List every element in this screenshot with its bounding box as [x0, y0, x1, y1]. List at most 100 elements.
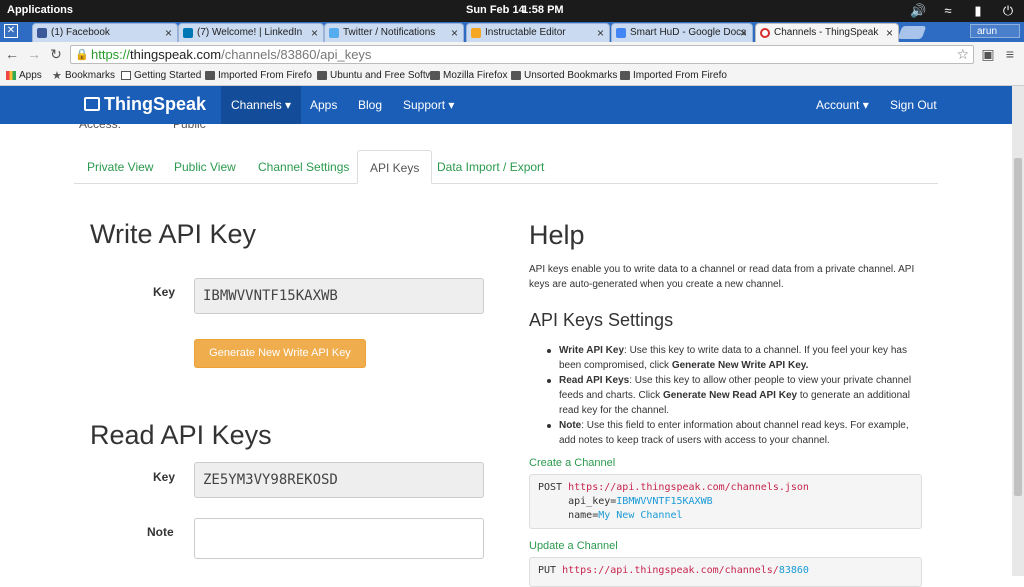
- thingspeak-logo[interactable]: ThingSpeak: [84, 94, 206, 115]
- site-header: ThingSpeak Channels ▾ Apps Blog Support …: [0, 86, 1012, 124]
- folder-icon: [620, 71, 630, 80]
- tab-public-view[interactable]: Public View: [162, 150, 248, 184]
- update-channel-code: PUT https://api.thingspeak.com/channels/…: [529, 557, 922, 587]
- settings-bullet-2: Note: Use this field to enter informatio…: [545, 418, 917, 448]
- bookmark-folder-mozilla[interactable]: Mozilla Firefox: [430, 69, 507, 83]
- bookmarks-bar: Apps ★ Bookmarks Getting Started Imported…: [0, 66, 1024, 86]
- settings-bullet-0: Write API Key: Use this key to write dat…: [545, 343, 917, 373]
- browser-toolbar: ← → ↻ 🔒 https://thingspeak.com/channels/…: [0, 42, 1024, 66]
- power-icon[interactable]: ⏻: [1000, 3, 1016, 19]
- nav-apps[interactable]: Apps: [300, 86, 347, 124]
- speech-bubble-icon: [84, 97, 100, 111]
- settings-bullet-list: Write API Key: Use this key to write dat…: [545, 343, 917, 448]
- profile-button[interactable]: arun: [970, 24, 1020, 38]
- bookmark-getting-started[interactable]: Getting Started: [121, 69, 201, 83]
- bookmark-bookmarks[interactable]: ★ Bookmarks: [52, 69, 115, 83]
- help-title: Help: [529, 220, 585, 250]
- url-host: thingspeak.com: [130, 47, 222, 62]
- tab-private-view[interactable]: Private View: [75, 150, 165, 184]
- bookmark-folder-imported[interactable]: Imported From Firefo: [205, 69, 312, 83]
- apps-grid-icon: [6, 71, 16, 80]
- extension-icon[interactable]: ▣: [980, 46, 996, 62]
- os-top-bar: Applications Sun Feb 14 1:58 PM 🔊 ≈ ▮ ⏻: [0, 0, 1024, 22]
- page-scrollbar[interactable]: [1012, 86, 1024, 576]
- tab-data-import-export[interactable]: Data Import / Export: [425, 150, 556, 184]
- bookmark-star-icon[interactable]: ☆: [956, 46, 969, 63]
- volume-icon[interactable]: 🔊: [910, 3, 926, 19]
- new-tab-button[interactable]: [897, 26, 927, 39]
- folder-icon: [430, 71, 440, 80]
- folder-icon: [511, 71, 521, 80]
- twitter-icon: [329, 28, 339, 38]
- battery-icon[interactable]: ▮: [970, 3, 986, 19]
- url-path: /channels/83860/api_keys: [221, 47, 372, 62]
- clock-time[interactable]: 1:58 PM: [522, 4, 564, 16]
- bookmark-apps[interactable]: Apps: [6, 69, 42, 83]
- tab-twitter[interactable]: Twitter / Notifications ×: [324, 23, 464, 42]
- api-keys-settings-title: API Keys Settings: [529, 310, 674, 330]
- lock-icon: 🔒: [75, 49, 89, 61]
- close-icon[interactable]: ×: [886, 24, 893, 42]
- create-channel-code: POST https://api.thingspeak.com/channels…: [529, 474, 922, 529]
- page-icon: [121, 71, 131, 80]
- forward-arrow-icon[interactable]: →: [26, 46, 42, 62]
- write-api-key-title: Write API Key: [90, 219, 257, 249]
- note-label: Note: [147, 525, 174, 539]
- bookmark-folder-ubuntu[interactable]: Ubuntu and Free Softw: [317, 69, 433, 83]
- close-icon[interactable]: ×: [311, 24, 318, 42]
- close-window-icon[interactable]: ✕: [4, 24, 18, 38]
- generate-write-key-button[interactable]: Generate New Write API Key: [194, 339, 366, 368]
- clock-date[interactable]: Sun Feb 14: [466, 4, 525, 16]
- create-channel-title: Create a Channel: [529, 457, 616, 469]
- tab-api-keys[interactable]: API Keys: [357, 150, 433, 184]
- close-icon[interactable]: ×: [451, 24, 458, 42]
- tab-title: Channels - ThingSpeak: [774, 27, 879, 38]
- close-icon[interactable]: ×: [597, 24, 604, 42]
- reload-icon[interactable]: ↻: [48, 46, 64, 62]
- bookmark-folder-imported-2[interactable]: Imported From Firefo: [620, 69, 727, 83]
- channel-tabs: Private View Public View Channel Setting…: [74, 150, 938, 184]
- google-docs-icon: [616, 28, 626, 38]
- facebook-icon: [37, 28, 47, 38]
- applications-menu[interactable]: Applications: [7, 4, 73, 16]
- folder-icon: [317, 71, 327, 80]
- tab-linkedin[interactable]: (7) Welcome! | LinkedIn ×: [178, 23, 324, 42]
- nav-sign-out[interactable]: Sign Out: [880, 86, 947, 124]
- tab-channel-settings[interactable]: Channel Settings: [246, 150, 361, 184]
- nav-support[interactable]: Support ▾: [393, 86, 464, 124]
- close-icon[interactable]: ×: [165, 24, 172, 42]
- read-api-keys-title: Read API Keys: [90, 420, 272, 450]
- tab-title: Smart HuD - Google Docs: [630, 27, 747, 38]
- read-key-label: Key: [153, 470, 176, 484]
- update-channel-title: Update a Channel: [529, 540, 618, 552]
- tab-facebook[interactable]: (1) Facebook ×: [32, 23, 178, 42]
- tab-instructables[interactable]: Instructable Editor ×: [466, 23, 610, 42]
- menu-icon[interactable]: ≡: [1002, 46, 1018, 62]
- linkedin-icon: [183, 28, 193, 38]
- tab-title: Instructable Editor: [485, 27, 566, 38]
- wifi-icon[interactable]: ≈: [940, 3, 956, 19]
- thingspeak-icon: [760, 28, 770, 38]
- tab-title: (7) Welcome! | LinkedIn: [197, 27, 303, 38]
- help-intro-line-2: keys are auto-generated when you create …: [529, 279, 784, 290]
- nav-blog[interactable]: Blog: [348, 86, 392, 124]
- address-bar[interactable]: 🔒 https://thingspeak.com/channels/83860/…: [70, 45, 974, 64]
- bookmark-folder-unsorted[interactable]: Unsorted Bookmarks: [511, 69, 617, 83]
- tab-title: Twitter / Notifications: [343, 27, 436, 38]
- tab-thingspeak[interactable]: Channels - ThingSpeak ×: [755, 23, 899, 42]
- read-api-key-field[interactable]: ZE5YM3VY98REKOSD: [194, 462, 484, 498]
- nav-channels[interactable]: Channels ▾: [221, 86, 302, 124]
- folder-icon: [205, 71, 215, 80]
- scrollbar-thumb[interactable]: [1014, 158, 1022, 496]
- write-key-label: Key: [153, 285, 176, 299]
- note-textarea[interactable]: [194, 518, 484, 559]
- tab-google-docs[interactable]: Smart HuD - Google Docs ×: [611, 23, 753, 42]
- back-arrow-icon[interactable]: ←: [4, 46, 20, 62]
- settings-bullet-1: Read API Keys: Use this key to allow oth…: [545, 373, 917, 418]
- tab-title: (1) Facebook: [51, 27, 110, 38]
- nav-account[interactable]: Account ▾: [806, 86, 879, 124]
- write-api-key-field[interactable]: IBMWVVNTF15KAXWB: [194, 278, 484, 314]
- url-scheme: https://: [91, 47, 131, 62]
- help-intro-line-1: API keys enable you to write data to a c…: [529, 264, 915, 275]
- close-icon[interactable]: ×: [740, 24, 747, 42]
